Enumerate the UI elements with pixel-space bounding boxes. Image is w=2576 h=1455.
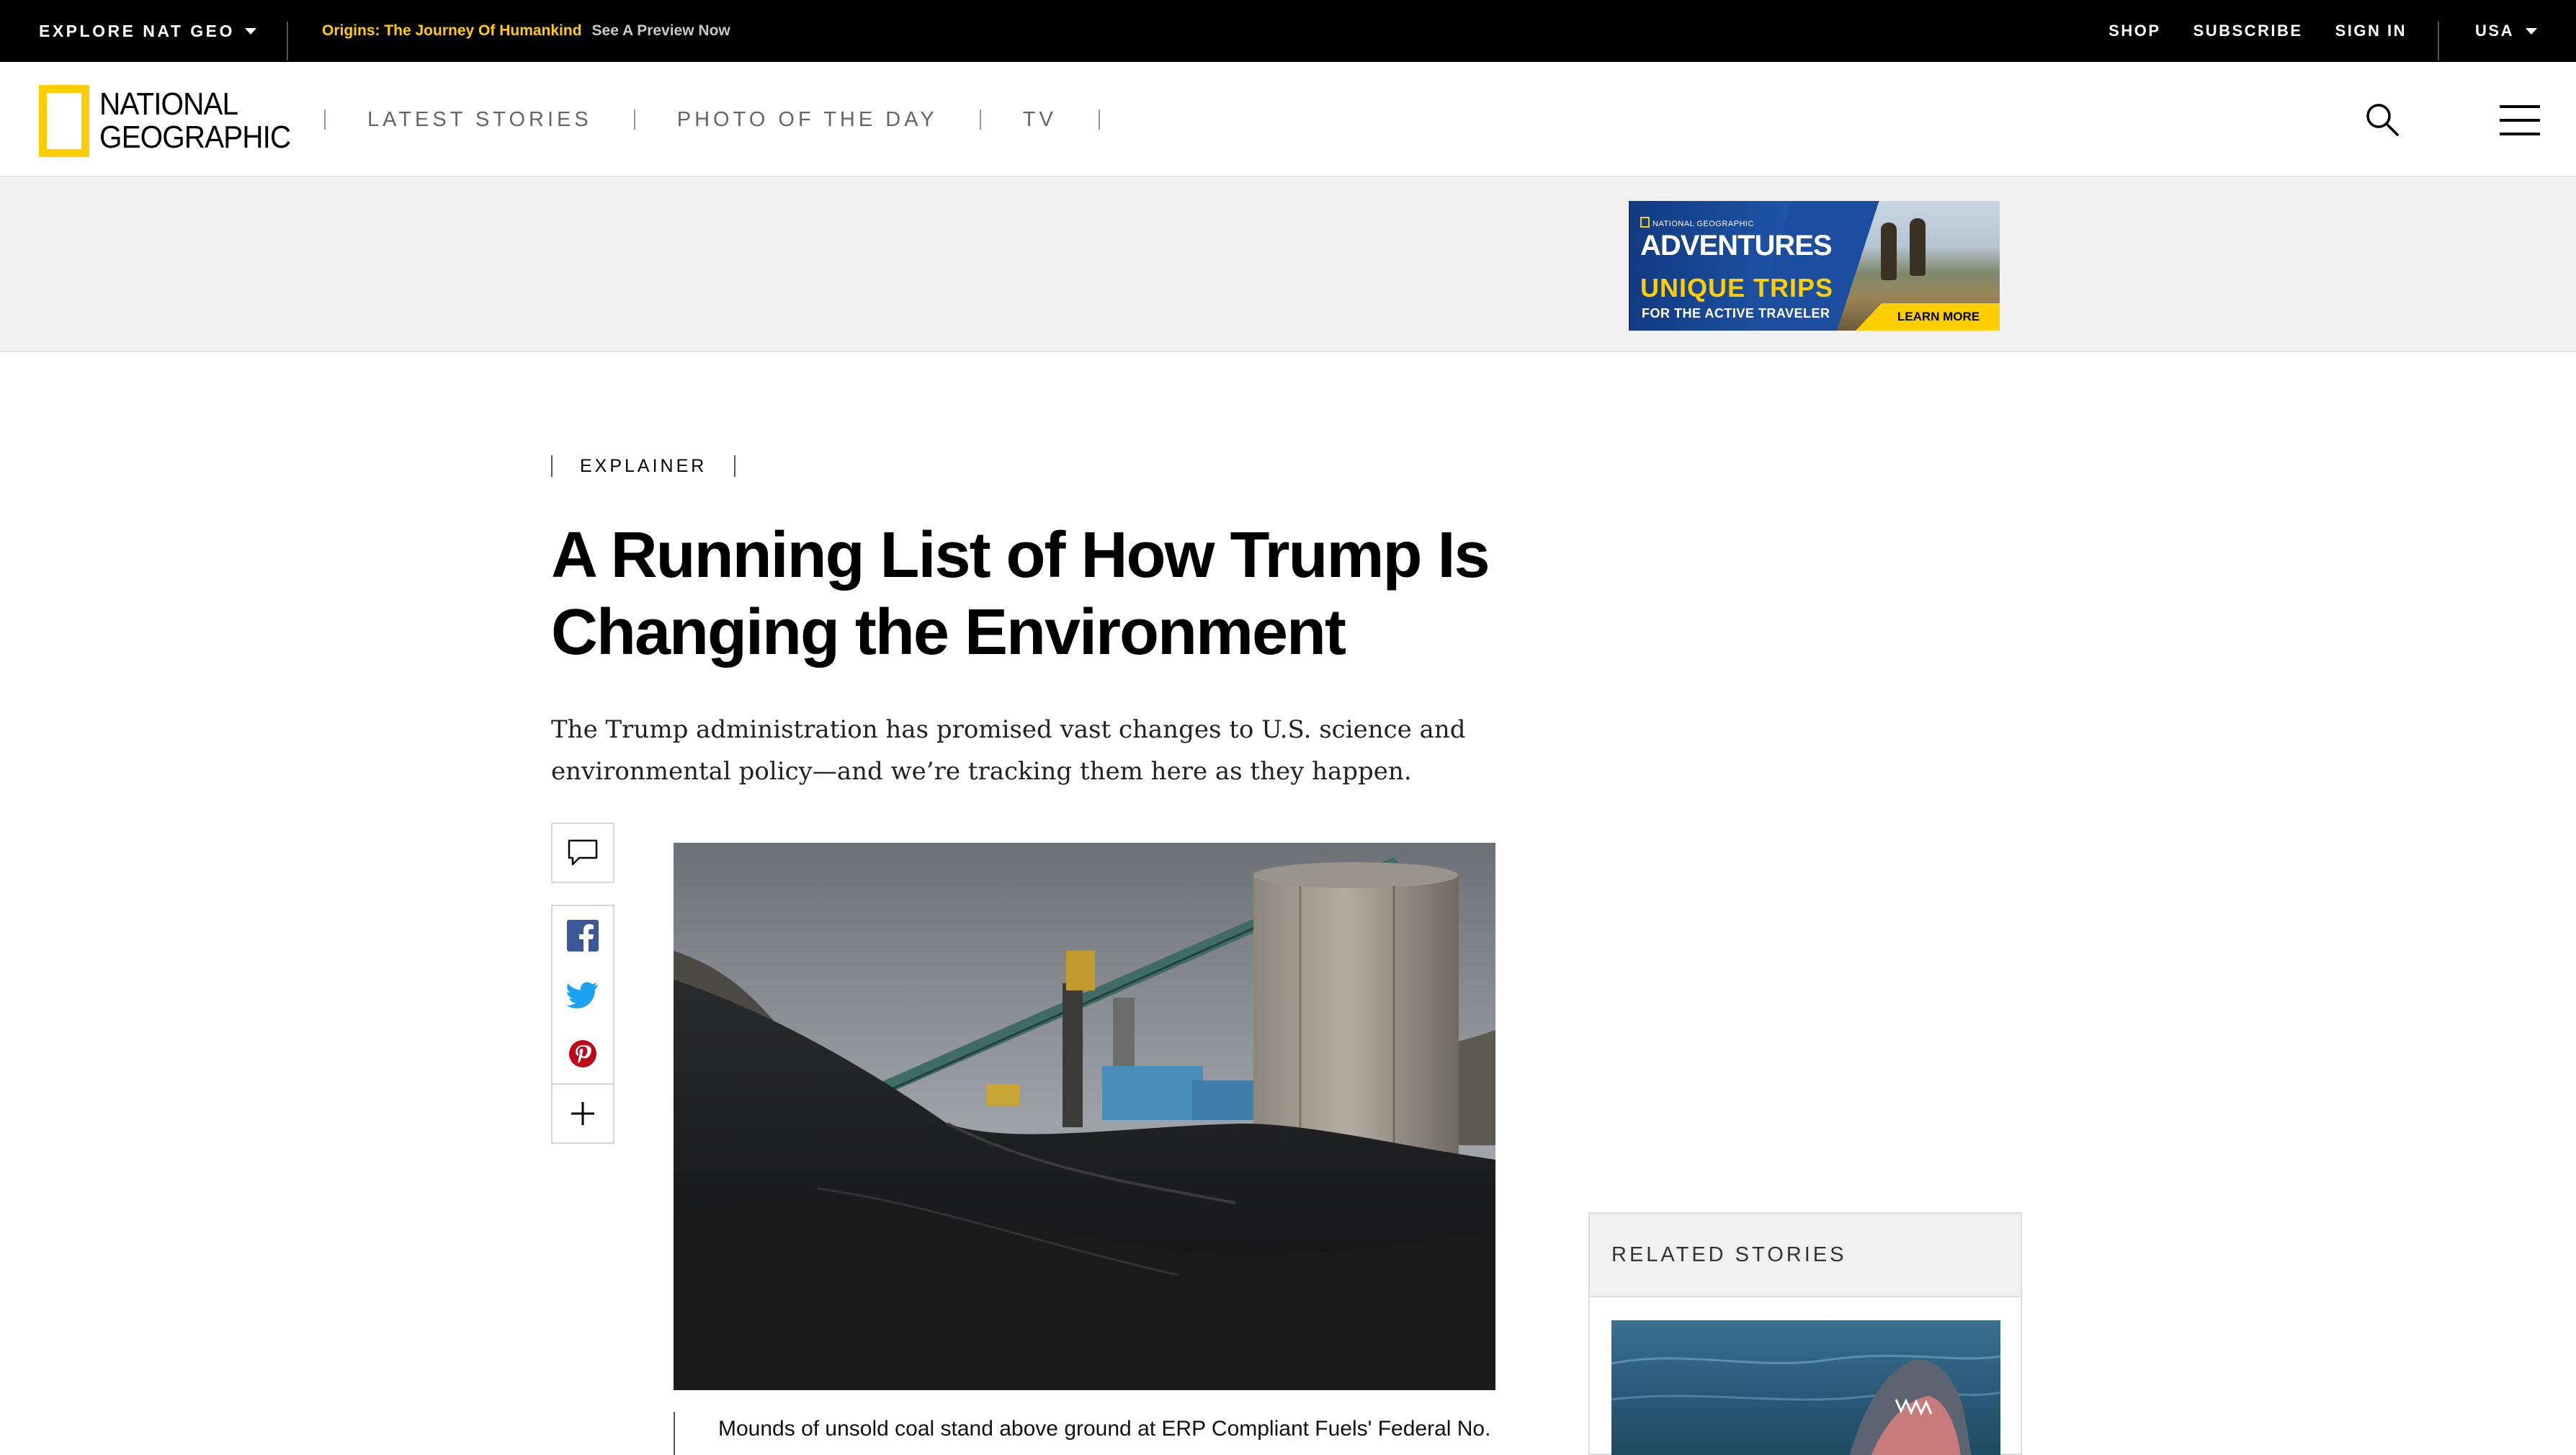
article-kicker: EXPLAINER bbox=[551, 455, 736, 477]
shop-link[interactable]: SHOP bbox=[2108, 22, 2160, 40]
share-rail bbox=[551, 823, 614, 1144]
ad-subline: FOR THE ACTIVE TRAVELER bbox=[1642, 306, 1830, 321]
sign-in-link[interactable]: SIGN IN bbox=[2335, 22, 2407, 40]
ad-brand: NATIONAL GEOGRAPHIC bbox=[1640, 217, 1754, 228]
search-icon[interactable] bbox=[2364, 102, 2400, 138]
adventures-ad[interactable]: NATIONAL GEOGRAPHIC ADVENTURES UNIQUE TR… bbox=[1629, 201, 2000, 331]
nav-divider bbox=[1098, 109, 1100, 130]
site-header: NATIONAL GEOGRAPHIC LATEST STORIES PHOTO… bbox=[0, 62, 2576, 177]
nav-latest-stories[interactable]: LATEST STORIES bbox=[367, 108, 592, 132]
article-dek: The Trump administration has promised va… bbox=[551, 715, 1466, 786]
lead-photo-coal-plant bbox=[674, 843, 1495, 1390]
caption-divider bbox=[674, 1412, 675, 1455]
global-top-bar: EXPLORE NAT GEO Origins: The Journey Of … bbox=[0, 0, 2576, 62]
related-story-thumbnail[interactable] bbox=[1611, 1320, 2000, 1455]
nat-geo-logo[interactable]: NATIONAL GEOGRAPHIC bbox=[39, 85, 307, 157]
comment-icon bbox=[568, 839, 598, 866]
comment-button[interactable] bbox=[551, 823, 614, 883]
article-headline: A Running List of How Trump Is Changing … bbox=[551, 519, 1490, 668]
logo-line-1: NATIONAL bbox=[99, 86, 238, 122]
ad-headline: UNIQUE TRIPS bbox=[1640, 273, 1834, 303]
explore-nat-geo-menu[interactable]: EXPLORE NAT GEO bbox=[39, 0, 256, 62]
divider bbox=[287, 22, 288, 61]
twitter-share-button[interactable] bbox=[553, 965, 613, 1024]
nav-divider bbox=[633, 109, 635, 130]
facebook-share-button[interactable] bbox=[553, 906, 613, 965]
promo-title[interactable]: Origins: The Journey Of Humankind bbox=[322, 22, 582, 40]
region-selector[interactable]: USA bbox=[2475, 0, 2537, 62]
caret-down-icon bbox=[2526, 27, 2537, 35]
divider bbox=[2438, 22, 2439, 61]
hiker-figure bbox=[1881, 223, 1897, 280]
nav-photo-of-the-day[interactable]: PHOTO OF THE DAY bbox=[677, 108, 938, 132]
coal-plant-illustration bbox=[674, 843, 1495, 1390]
photo-caption: Mounds of unsold coal stand above ground… bbox=[718, 1417, 1491, 1441]
ad-title: ADVENTURES bbox=[1640, 230, 1833, 261]
promo-link[interactable]: Origins: The Journey Of Humankind See A … bbox=[322, 0, 730, 62]
hiker-figure bbox=[1910, 218, 1926, 276]
region-label[interactable]: USA bbox=[2475, 22, 2514, 40]
pinterest-icon bbox=[569, 1040, 596, 1067]
more-share-button[interactable] bbox=[553, 1083, 613, 1142]
yellow-border-icon bbox=[39, 85, 89, 157]
nav-tv[interactable]: TV bbox=[1023, 108, 1057, 132]
plus-icon bbox=[571, 1102, 594, 1125]
subscribe-link[interactable]: SUBSCRIBE bbox=[2193, 22, 2303, 40]
primary-nav: LATEST STORIES PHOTO OF THE DAY TV bbox=[324, 62, 1100, 177]
kicker-label[interactable]: EXPLAINER bbox=[580, 456, 707, 477]
logo-wordmark: NATIONAL GEOGRAPHIC bbox=[99, 86, 291, 155]
caret-down-icon bbox=[244, 27, 256, 35]
shark-image bbox=[1611, 1354, 2000, 1455]
logo-line-2: GEOGRAPHIC bbox=[99, 120, 291, 155]
ad-banner-area: NATIONAL GEOGRAPHIC ADVENTURES UNIQUE TR… bbox=[0, 178, 2576, 352]
share-buttons bbox=[551, 905, 614, 1144]
related-stories-heading: RELATED STORIES bbox=[1590, 1214, 2021, 1297]
kicker-divider bbox=[734, 455, 736, 477]
facebook-icon bbox=[567, 920, 599, 952]
twitter-icon bbox=[567, 982, 598, 1008]
pinterest-share-button[interactable] bbox=[553, 1024, 613, 1083]
nav-divider bbox=[979, 109, 981, 130]
explore-label[interactable]: EXPLORE NAT GEO bbox=[39, 22, 235, 41]
promo-cta[interactable]: See A Preview Now bbox=[592, 22, 730, 40]
kicker-divider bbox=[551, 455, 553, 477]
hamburger-menu-icon[interactable] bbox=[2500, 105, 2540, 135]
related-stories-module: RELATED STORIES bbox=[1588, 1212, 2022, 1455]
account-links: SHOP SUBSCRIBE SIGN IN bbox=[2108, 0, 2439, 62]
nav-divider bbox=[324, 109, 326, 130]
